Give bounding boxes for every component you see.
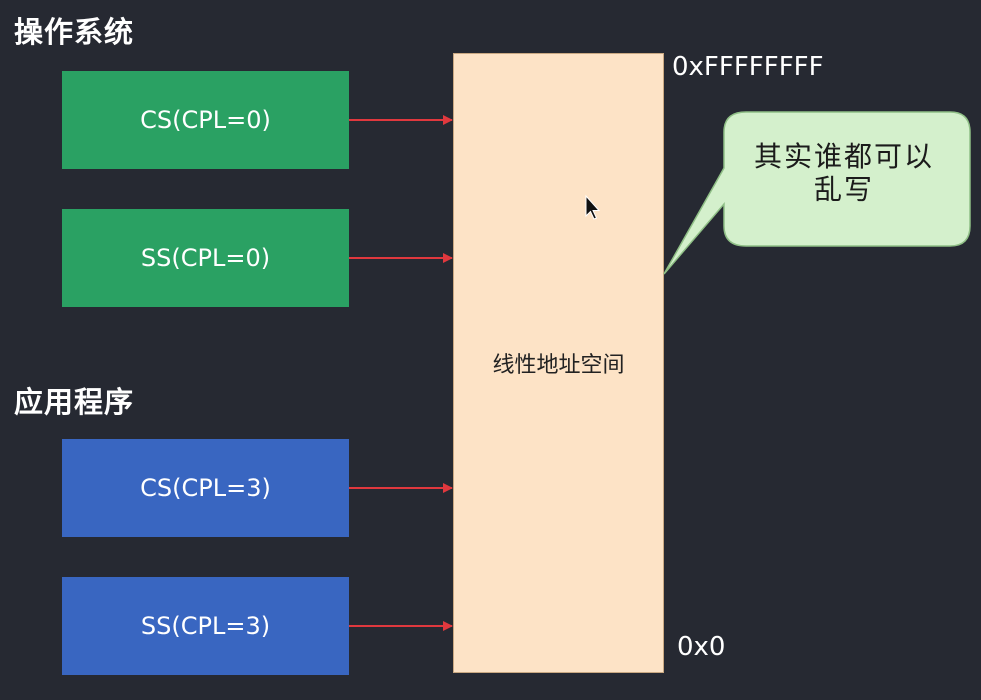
app-cs-segment-label: CS(CPL=3) xyxy=(140,474,271,502)
callout-line-2: 乱写 xyxy=(813,173,874,206)
bottom-address-label: 0x0 xyxy=(677,632,726,662)
app-cs-segment-box: CS(CPL=3) xyxy=(62,439,349,537)
os-ss-segment-label: SS(CPL=0) xyxy=(140,244,271,272)
app-heading: 应用程序 xyxy=(14,385,135,419)
app-ss-segment-box: SS(CPL=3) xyxy=(62,577,349,675)
app-ss-segment-label: SS(CPL=3) xyxy=(140,612,271,640)
callout-line-1: 其实谁都可以 xyxy=(753,140,934,173)
linear-address-space-box: 线性地址空间 xyxy=(453,53,664,673)
top-address-label: 0xFFFFFFFF xyxy=(672,52,824,82)
linear-address-space-label: 线性地址空间 xyxy=(492,353,625,378)
os-cs-segment-box: CS(CPL=0) xyxy=(62,71,349,169)
os-heading: 操作系统 xyxy=(14,15,135,49)
os-cs-segment-label: CS(CPL=0) xyxy=(140,106,271,134)
callout-text: 其实谁都可以 乱写 xyxy=(728,140,960,206)
os-ss-segment-box: SS(CPL=0) xyxy=(62,209,349,307)
